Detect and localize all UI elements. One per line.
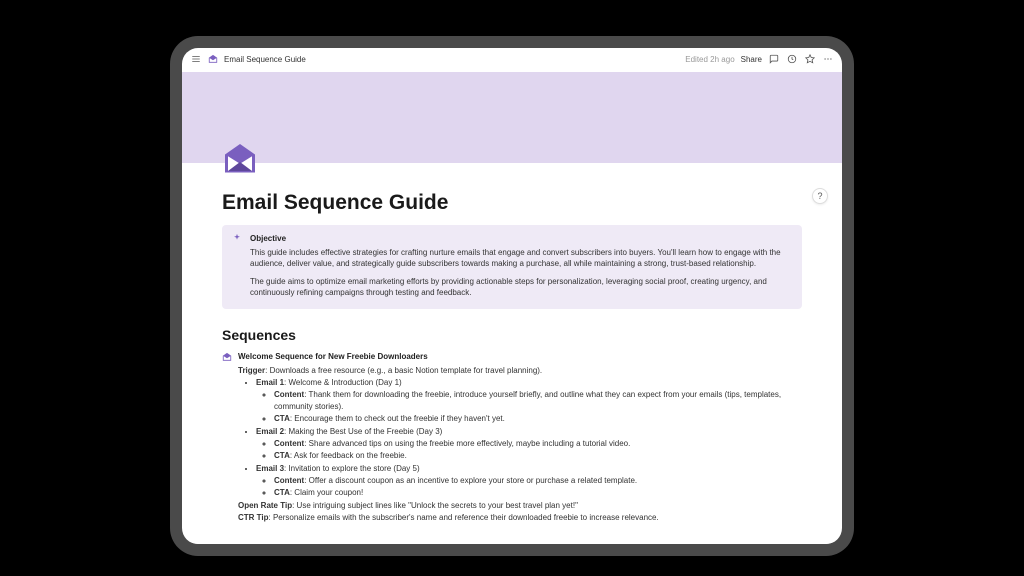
help-button[interactable]: ? [812,188,828,204]
objective-body: Objective This guide includes effective … [250,233,792,299]
email-cta-line: CTA: Ask for feedback on the freebie. [274,450,802,462]
comments-icon[interactable] [768,53,780,65]
email-cta-line: CTA: Claim your coupon! [274,487,802,499]
email-cta-line: CTA: Encourage them to check out the fre… [274,413,802,425]
objective-label: Objective [250,233,792,245]
trigger-text: : Downloads a free resource (e.g., a bas… [265,366,542,375]
email-heading-rest: : Invitation to explore the store (Day 5… [284,464,420,473]
emails-list: Email 1: Welcome & Introduction (Day 1) … [238,377,802,499]
email-heading-rest: : Making the Best Use of the Freebie (Da… [284,427,442,436]
objective-callout: Objective This guide includes effective … [222,225,802,309]
sequence-content: Trigger: Downloads a free resource (e.g.… [222,365,802,524]
envelope-open-icon [208,54,218,64]
email-content-line: Content: Share advanced tips on using th… [274,438,802,450]
trigger-label: Trigger [238,366,265,375]
open-rate-tip: Open Rate Tip: Use intriguing subject li… [238,500,802,512]
email-heading-label: Email 2 [256,427,284,436]
more-icon[interactable] [822,53,834,65]
email-content-line: Content: Thank them for downloading the … [274,389,802,413]
sequence-block: Welcome Sequence for New Freebie Downloa… [222,351,802,524]
envelope-open-icon [222,352,232,362]
breadcrumb-title[interactable]: Email Sequence Guide [224,55,306,64]
email-item: Email 3: Invitation to explore the store… [256,463,802,499]
last-edited: Edited 2h ago [685,55,734,64]
sequences-heading: Sequences [222,327,802,343]
page-icon-envelope-open-icon[interactable] [222,141,258,177]
email-heading-rest: : Welcome & Introduction (Day 1) [284,378,402,387]
trigger-line: Trigger: Downloads a free resource (e.g.… [238,365,802,377]
menu-icon[interactable] [190,53,202,65]
sparkle-icon [232,233,242,299]
email-heading-label: Email 1 [256,378,284,387]
topbar: Email Sequence Guide Edited 2h ago Share [182,48,842,72]
email-heading-label: Email 3 [256,464,284,473]
star-icon[interactable] [804,53,816,65]
page-title: Email Sequence Guide [222,191,802,215]
page-body: Email Sequence Guide Objective This guid… [182,163,842,544]
ctr-tip: CTR Tip: Personalize emails with the sub… [238,512,802,524]
page-cover[interactable] [182,72,842,163]
objective-paragraph-2: The guide aims to optimize email marketi… [250,276,792,299]
topbar-right: Edited 2h ago Share [685,53,834,65]
sequence-header: Welcome Sequence for New Freebie Downloa… [222,351,802,363]
email-content-line: Content: Offer a discount coupon as an i… [274,475,802,487]
topbar-left: Email Sequence Guide [190,53,306,65]
email-item: Email 1: Welcome & Introduction (Day 1) … [256,377,802,425]
sequence-title: Welcome Sequence for New Freebie Downloa… [238,351,428,363]
clock-icon[interactable] [786,53,798,65]
email-item: Email 2: Making the Best Use of the Free… [256,426,802,462]
app-window: Email Sequence Guide Edited 2h ago Share [182,48,842,544]
tablet-frame: Email Sequence Guide Edited 2h ago Share [170,36,854,556]
share-button[interactable]: Share [741,55,762,64]
objective-paragraph-1: This guide includes effective strategies… [250,247,792,270]
